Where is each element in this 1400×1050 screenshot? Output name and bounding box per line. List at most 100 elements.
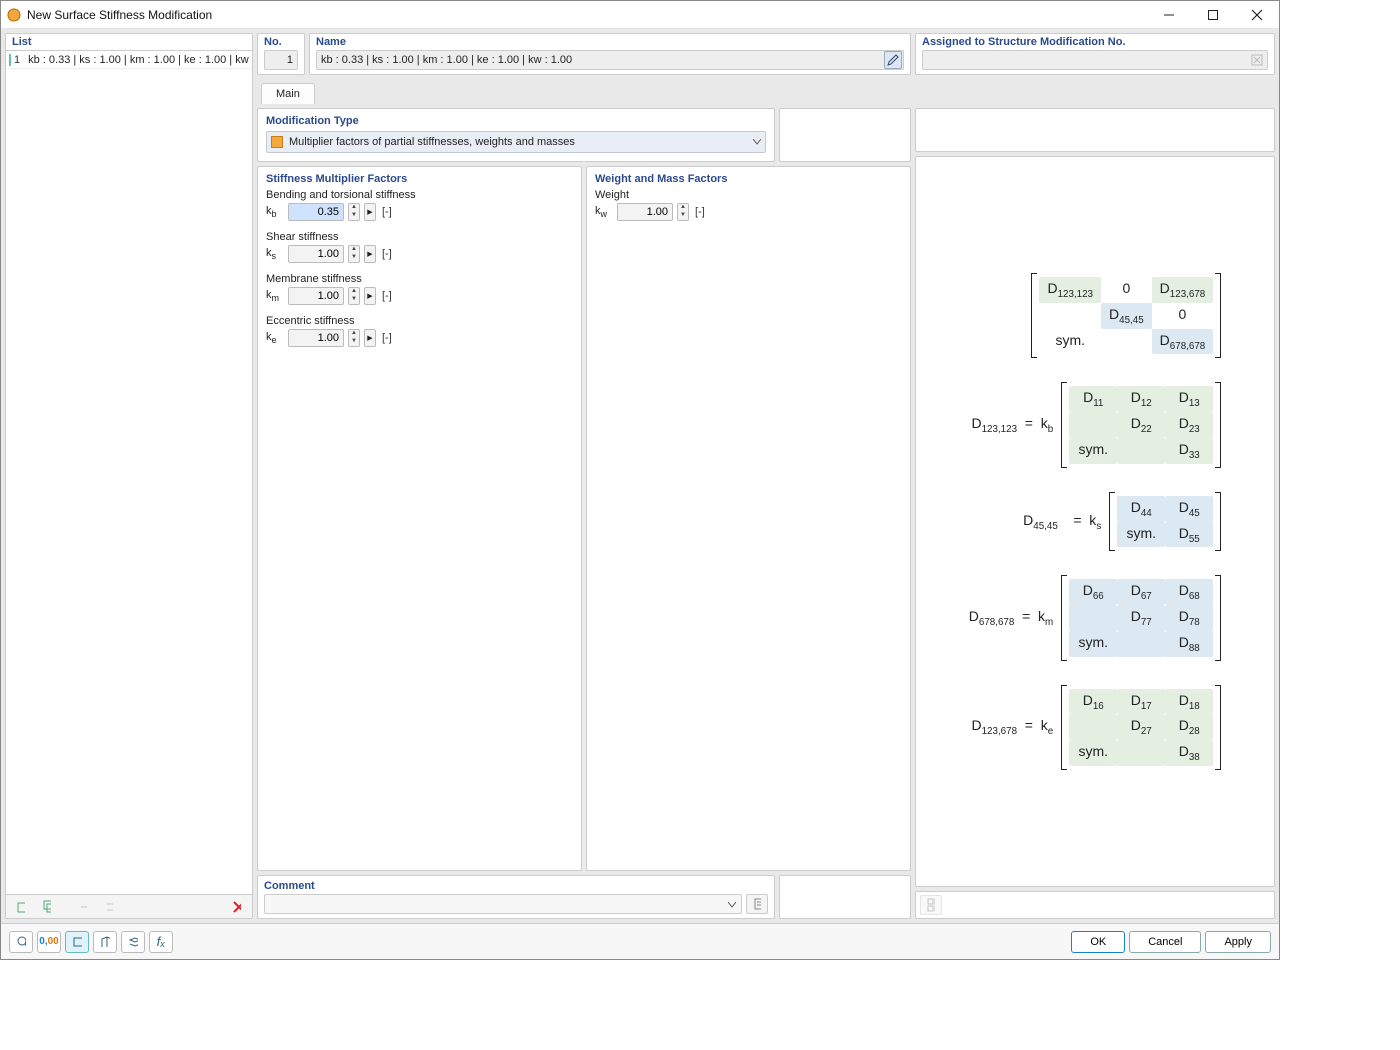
tabstrip: Main — [257, 79, 1275, 104]
apply-button[interactable]: Apply — [1205, 931, 1271, 953]
window-title: New Surface Stiffness Modification — [27, 8, 1147, 22]
no-input[interactable]: 1 — [264, 50, 298, 70]
kw-label: Weight — [595, 189, 902, 201]
kb-label: Bending and torsional stiffness — [266, 189, 573, 201]
bottom-bar: 0,00 fₓ OK Cancel Apply — [1, 923, 1279, 959]
ke-label: Eccentric stiffness — [266, 315, 573, 327]
tool-b-button[interactable] — [98, 897, 120, 917]
view-c-button[interactable] — [121, 931, 145, 953]
list-body[interactable]: 1 kb : 0.33 | ks : 1.00 | km : 1.00 | ke… — [6, 51, 252, 894]
modification-type-label: Modification Type — [266, 115, 766, 127]
ks-spin[interactable]: ▲▼ — [348, 245, 360, 263]
modification-type-select[interactable]: Multiplier factors of partial stiffnesse… — [266, 131, 766, 153]
help-button[interactable] — [9, 931, 33, 953]
rect-icon — [72, 935, 82, 949]
pencil-icon — [887, 54, 899, 66]
ks-unit: [-] — [382, 248, 392, 260]
preview-tool-button[interactable] — [920, 895, 942, 915]
fx-icon: fₓ — [157, 934, 166, 949]
modification-type-group: Modification Type Multiplier factors of … — [257, 108, 775, 162]
magnifier-icon — [16, 935, 26, 949]
tab-main[interactable]: Main — [261, 83, 315, 104]
ke-dropdown[interactable]: ▶ — [364, 329, 376, 347]
kb-spin[interactable]: ▲▼ — [348, 203, 360, 221]
kw-symbol: kw — [595, 205, 613, 219]
kw-input[interactable] — [617, 203, 673, 221]
ks-label: Shear stiffness — [266, 231, 573, 243]
picker-icon — [1250, 53, 1264, 67]
ks-input[interactable] — [288, 245, 344, 263]
km-spin[interactable]: ▲▼ — [348, 287, 360, 305]
comment-box: Comment — [257, 875, 775, 919]
preview-toolbar — [915, 891, 1275, 919]
mod-type-aux-panel — [779, 108, 911, 162]
name-input[interactable]: kb : 0.33 | ks : 1.00 | km : 1.00 | ke :… — [316, 50, 904, 70]
weight-title: Weight and Mass Factors — [595, 173, 902, 185]
kb-input[interactable] — [288, 203, 344, 221]
chevron-down-icon — [728, 902, 736, 908]
kw-unit: [-] — [695, 206, 705, 218]
stiffness-group: Stiffness Multiplier Factors Bending and… — [257, 166, 582, 871]
app-icon — [7, 8, 21, 22]
type-color-icon — [271, 136, 283, 148]
comment-input[interactable] — [264, 894, 742, 914]
note-icon — [753, 897, 761, 911]
layers-icon — [128, 935, 138, 949]
model-icon — [100, 935, 110, 949]
preview-placeholder — [915, 108, 1275, 152]
matrix-preview: D123,1230D123,678 D45,450 sym.D678,678 D… — [915, 156, 1275, 887]
close-button[interactable] — [1235, 1, 1279, 29]
ke-spin[interactable]: ▲▼ — [348, 329, 360, 347]
no-label: No. — [264, 36, 298, 48]
ks-symbol: ks — [266, 247, 284, 261]
ks-dropdown[interactable]: ▶ — [364, 245, 376, 263]
units-icon: 0,00 — [39, 936, 58, 947]
km-dropdown[interactable]: ▶ — [364, 287, 376, 305]
km-symbol: km — [266, 289, 284, 303]
no-box: No. 1 — [257, 33, 305, 75]
weight-group: Weight and Mass Factors Weight kw ▲▼ — [586, 166, 911, 871]
pick-assigned-button[interactable] — [1248, 51, 1266, 69]
kw-spin[interactable]: ▲▼ — [677, 203, 689, 221]
ke-input[interactable] — [288, 329, 344, 347]
view-b-button[interactable] — [93, 931, 117, 953]
km-input[interactable] — [288, 287, 344, 305]
km-unit: [-] — [382, 290, 392, 302]
comment-edit-button[interactable] — [746, 894, 768, 914]
list-panel: List 1 kb : 0.33 | ks : 1.00 | km : 1.00… — [5, 33, 253, 919]
ke-unit: [-] — [382, 332, 392, 344]
kb-symbol: kb — [266, 205, 284, 219]
view-a-button[interactable] — [65, 931, 89, 953]
window-controls — [1147, 1, 1279, 29]
edit-name-button[interactable] — [884, 51, 902, 69]
cancel-button[interactable]: Cancel — [1129, 931, 1201, 953]
list-row-text: kb : 0.33 | ks : 1.00 | km : 1.00 | ke :… — [28, 54, 252, 66]
assigned-label: Assigned to Structure Modification No. — [922, 36, 1268, 48]
comment-label: Comment — [264, 880, 768, 892]
grid-icon — [927, 898, 935, 912]
stiffness-title: Stiffness Multiplier Factors — [266, 173, 573, 185]
view-d-button[interactable]: fₓ — [149, 931, 173, 953]
color-swatch — [9, 54, 11, 66]
ke-symbol: ke — [266, 331, 284, 345]
minimize-button[interactable] — [1147, 1, 1191, 29]
chevron-down-icon — [753, 139, 761, 145]
kb-unit: [-] — [382, 206, 392, 218]
titlebar: New Surface Stiffness Modification — [1, 1, 1279, 29]
assigned-input[interactable] — [922, 50, 1268, 70]
ok-button[interactable]: OK — [1071, 931, 1125, 953]
delete-item-button[interactable] — [226, 897, 248, 917]
comment-aux-panel — [779, 875, 911, 919]
new-item-button[interactable]: ✳ — [10, 897, 32, 917]
list-header: List — [6, 34, 252, 51]
name-box: Name kb : 0.33 | ks : 1.00 | km : 1.00 |… — [309, 33, 911, 75]
kb-dropdown[interactable]: ▶ — [364, 203, 376, 221]
km-label: Membrane stiffness — [266, 273, 573, 285]
copy-item-button[interactable] — [36, 897, 58, 917]
units-button[interactable]: 0,00 — [37, 931, 61, 953]
maximize-button[interactable] — [1191, 1, 1235, 29]
tool-a-button[interactable] — [72, 897, 94, 917]
assigned-box: Assigned to Structure Modification No. — [915, 33, 1275, 75]
dialog-window: New Surface Stiffness Modification List … — [0, 0, 1280, 960]
list-row[interactable]: 1 kb : 0.33 | ks : 1.00 | km : 1.00 | ke… — [6, 51, 252, 69]
